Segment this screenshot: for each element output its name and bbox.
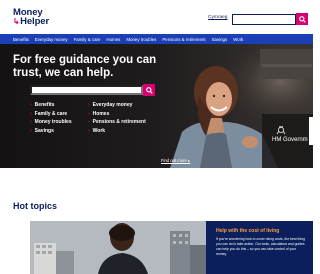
hm-government-text: HM Governm (272, 137, 308, 143)
hero-banner: For free guidance you can trust, we can … (0, 44, 313, 168)
chevron-right-icon: › (88, 127, 90, 134)
hot-topic-card-photo-man-city[interactable] (30, 221, 206, 274)
nav-item-family-care[interactable]: Family & care (74, 37, 101, 42)
hot-topic-card[interactable]: Help with the cost of living If you're w… (206, 221, 313, 274)
hero-link-benefits[interactable]: › Benefits (30, 102, 88, 108)
moneyhelper-logo[interactable]: Money ↳Helper (13, 8, 50, 27)
hot-topic-card-title[interactable]: Help with the cost of living (216, 228, 307, 234)
chevron-right-icon: › (30, 119, 32, 125)
hero-link-money-troubles[interactable]: › Money troubles (30, 119, 88, 125)
hero-link-pensions-retirement[interactable]: › Pensions & retirement (88, 119, 170, 125)
nav-item-everyday-money[interactable]: Everyday money (35, 37, 68, 42)
hero-link-family-care[interactable]: › Family & care (30, 111, 88, 117)
hero-link-label: Family & care (34, 110, 68, 117)
language-link[interactable]: Cymraeg (208, 15, 227, 20)
find-out-more-label: Find out more (161, 158, 187, 163)
logo-arrow-icon: ↳ (13, 16, 20, 26)
nav-item-homes[interactable]: Homes (106, 37, 120, 42)
chevron-right-icon: › (88, 102, 90, 108)
find-out-more-link[interactable]: Find out more ▸ (161, 158, 190, 163)
chevron-right-icon: › (30, 127, 32, 134)
nav-item-money-troubles[interactable]: Money troubles (126, 37, 156, 42)
logo-line-2: ↳Helper (13, 15, 50, 27)
logo-line-2-text: Helper (20, 15, 50, 27)
hero-link-label: Work (92, 127, 106, 134)
royal-crest-icon (276, 126, 286, 135)
hero-link-everyday-money[interactable]: › Everyday money (88, 102, 170, 108)
search-icon (298, 15, 306, 23)
hero-link-label: Homes (92, 110, 110, 117)
hero-link-label: Money troubles (34, 119, 72, 125)
page: Money ↳Helper Cymraeg Benefits Everyday … (0, 0, 313, 274)
hot-topic-card-description: If you're wondering how to cover rising … (216, 237, 305, 256)
hero-link-label: Benefits (34, 102, 55, 108)
nav-item-savings[interactable]: Savings (212, 37, 228, 42)
hero-link-label: Savings (34, 127, 54, 134)
search-icon (145, 86, 153, 94)
nav-item-work[interactable]: Work (233, 37, 243, 42)
hot-topics-heading: Hot topics (13, 201, 57, 211)
feedback-tab[interactable] (309, 117, 313, 145)
hero-search-button[interactable] (143, 84, 155, 96)
hero-link-homes[interactable]: › Homes (88, 111, 170, 117)
hero-link-savings[interactable]: › Savings (30, 128, 88, 134)
hero-topic-links: › Benefits › Everyday money › Family & care… (30, 102, 170, 134)
chevron-right-icon: › (30, 110, 32, 117)
header-search-button[interactable] (296, 13, 308, 25)
main-nav: Benefits Everyday money Family & care Ho… (0, 34, 313, 44)
hero-title: For free guidance you can trust, we can … (13, 54, 157, 79)
hero-link-label: Pensions & retirement (92, 119, 146, 125)
header-search-input[interactable] (232, 14, 296, 25)
nav-item-benefits[interactable]: Benefits (13, 37, 29, 42)
hero-link-label: Everyday money (92, 102, 133, 108)
hero-link-work[interactable]: › Work (88, 128, 170, 134)
chevron-right-icon: › (88, 119, 90, 125)
chevron-right-icon: › (88, 110, 90, 117)
hero-search-input[interactable] (30, 85, 143, 95)
nav-item-pensions-retirement[interactable]: Pensions & retirement (162, 37, 205, 42)
chevron-right-icon: › (30, 102, 32, 108)
site-header: Money ↳Helper Cymraeg (0, 0, 313, 34)
arrow-right-icon: ▸ (188, 158, 191, 163)
